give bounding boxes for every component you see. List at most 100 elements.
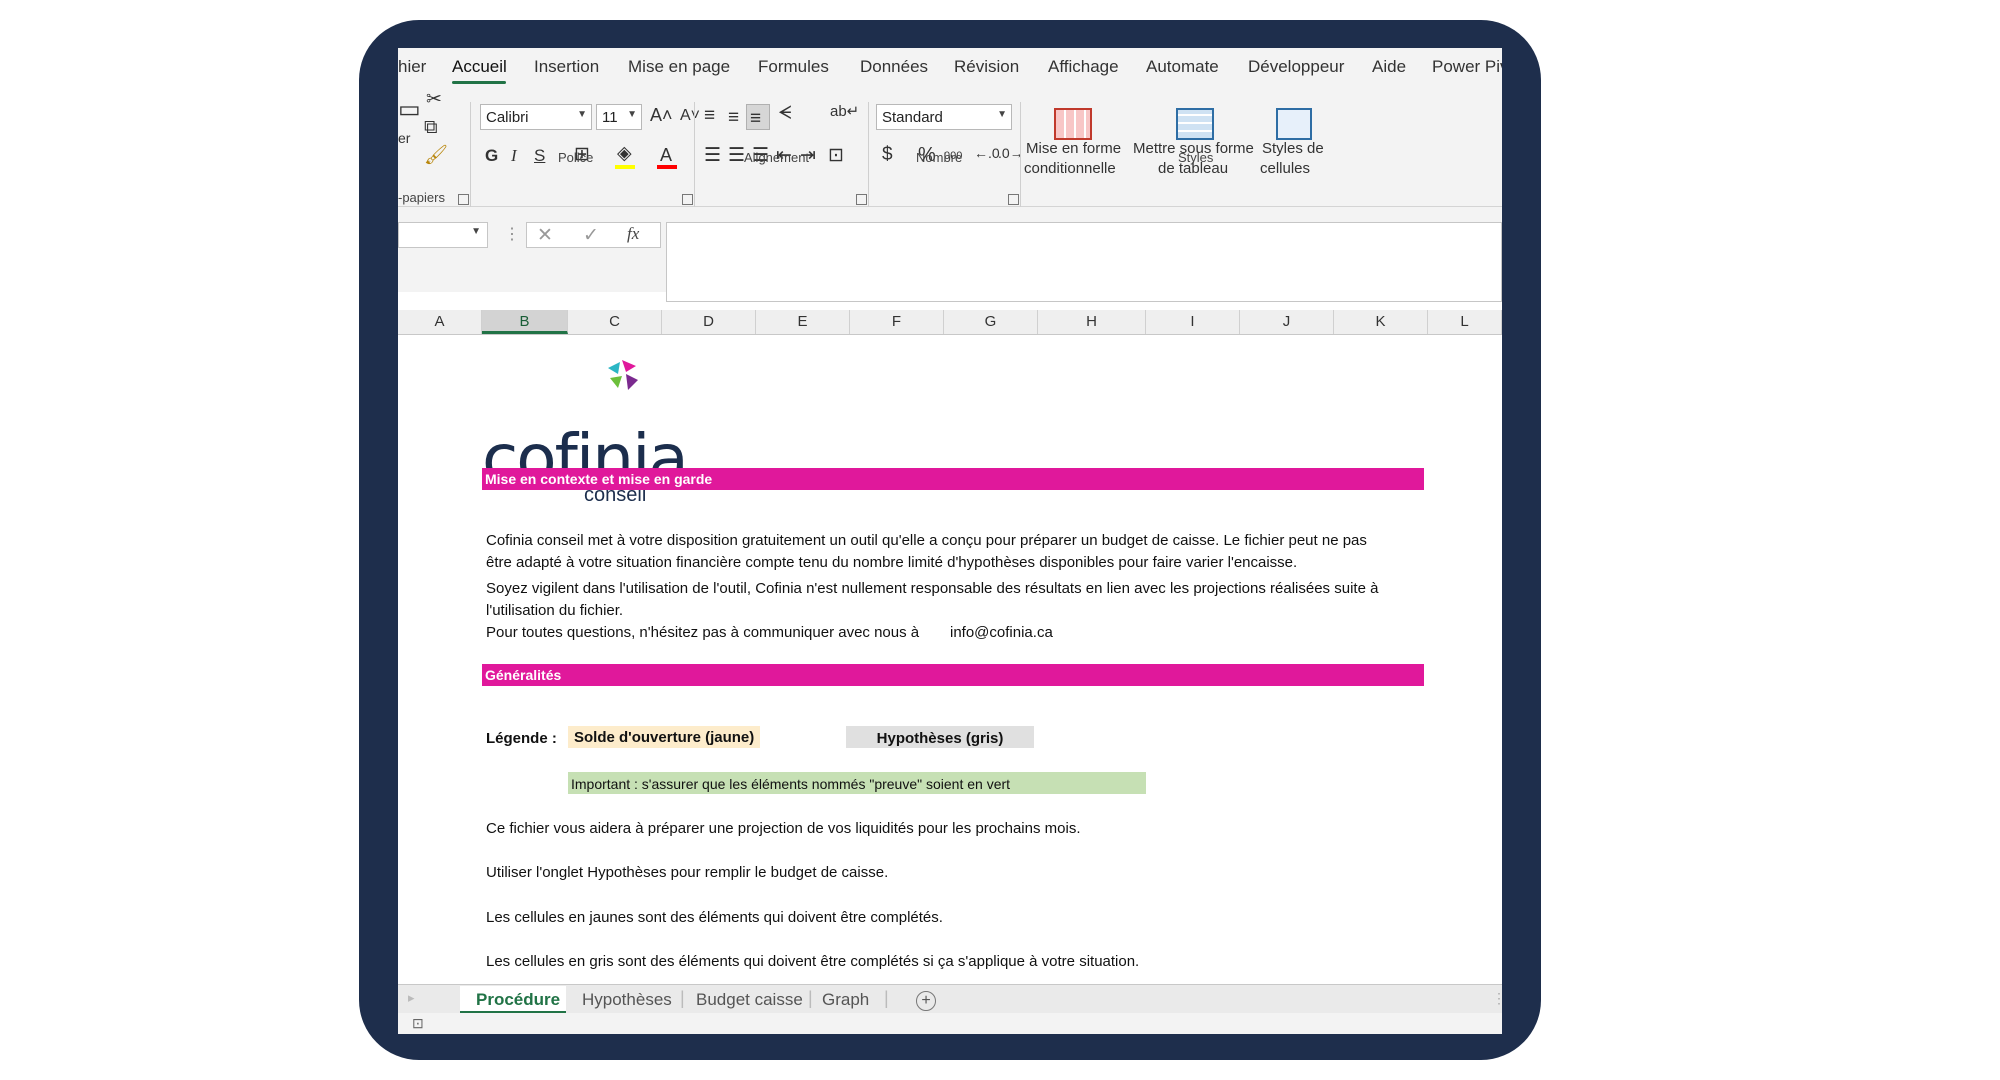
format-painter-icon[interactable]: 🖌	[424, 146, 448, 165]
chevron-down-icon: ▼	[997, 109, 1007, 120]
currency-button[interactable]: $	[882, 144, 893, 166]
insert-function-button[interactable]: fx	[627, 224, 639, 244]
sheet-tab-graph[interactable]: Graph	[822, 990, 869, 1010]
number-launcher-icon[interactable]	[1008, 194, 1019, 205]
font-name-value: Calibri	[486, 109, 529, 126]
align-left-icon[interactable]: ☰	[704, 146, 721, 165]
tab-donnees[interactable]: Données	[860, 57, 928, 77]
tab-formules[interactable]: Formules	[758, 57, 829, 77]
cell-styles-icon[interactable]	[1276, 108, 1312, 140]
number-format-select[interactable]: Standard ▼	[876, 104, 1012, 130]
decrease-font-icon[interactable]: A˅	[680, 108, 700, 124]
macro-record-icon[interactable]: ⊡	[412, 1015, 424, 1032]
tab-splitter-icon[interactable]: ⋮	[1492, 990, 1502, 1007]
align-middle-icon[interactable]: ≡	[728, 108, 739, 127]
formula-input[interactable]	[666, 222, 1502, 302]
context-line-2: être adapté à votre situation financière…	[486, 554, 1298, 571]
cell-styles-label-1[interactable]: Styles de	[1262, 140, 1324, 157]
align-top-icon[interactable]: ≡	[704, 106, 715, 125]
tab-revision[interactable]: Révision	[954, 57, 1019, 77]
separator: |	[884, 988, 889, 1008]
font-color-icon[interactable]: A	[660, 145, 672, 166]
separator	[694, 102, 695, 210]
merge-center-icon[interactable]: ⊡	[828, 146, 844, 165]
scroll-tabs-left-icon[interactable]: ▸	[408, 990, 415, 1006]
column-header-f[interactable]: F	[850, 310, 944, 334]
conditional-formatting-icon[interactable]	[1054, 108, 1092, 140]
sheet-tab-budget-caisse[interactable]: Budget caisse	[696, 990, 803, 1010]
context-line-1: Cofinia conseil met à votre disposition …	[486, 532, 1367, 549]
conditional-formatting-label-1[interactable]: Mise en forme	[1026, 140, 1121, 157]
column-header-c[interactable]: C	[568, 310, 662, 334]
sheet-tab-hypotheses[interactable]: Hypothèses	[582, 990, 672, 1010]
number-format-value: Standard	[882, 109, 943, 126]
ribbon-tab-bar: hier Accueil Insertion Mise en page Form…	[398, 48, 1502, 88]
align-center-icon[interactable]: ☰	[728, 146, 745, 165]
column-header-j[interactable]: J	[1240, 310, 1334, 334]
tab-fichier[interactable]: hier	[398, 57, 426, 77]
column-header-l[interactable]: L	[1428, 310, 1502, 334]
info-line-2: Utiliser l'onglet Hypothèses pour rempli…	[486, 864, 889, 881]
separator: |	[808, 988, 813, 1008]
separator	[1020, 102, 1021, 210]
increase-decimal-icon[interactable]: ←.0	[974, 146, 1000, 160]
column-header-i[interactable]: I	[1146, 310, 1240, 334]
styles-group-label: Styles	[1178, 150, 1214, 165]
column-header-h[interactable]: H	[1038, 310, 1146, 334]
tab-insertion[interactable]: Insertion	[534, 57, 599, 77]
chevron-down-icon: ▼	[577, 109, 587, 120]
italic-button[interactable]: I	[511, 146, 517, 166]
legend-yellow-cell: Solde d'ouverture (jaune)	[568, 726, 760, 748]
tab-accueil[interactable]: Accueil	[452, 57, 507, 77]
alignment-launcher-icon[interactable]	[856, 194, 867, 205]
tab-developpeur[interactable]: Développeur	[1248, 57, 1344, 77]
column-header-d[interactable]: D	[662, 310, 756, 334]
tab-automate[interactable]: Automate	[1146, 57, 1219, 77]
font-launcher-icon[interactable]	[682, 194, 693, 205]
column-header-g[interactable]: G	[944, 310, 1038, 334]
cut-icon[interactable]: ✂	[426, 90, 442, 109]
tab-power-pivot[interactable]: Power Pivo	[1432, 57, 1502, 77]
fill-color-icon[interactable]: ◈	[617, 144, 632, 163]
column-header-a[interactable]: A	[398, 310, 482, 334]
chevron-down-icon: ▼	[627, 109, 637, 120]
sheet-tab-procedure[interactable]: Procédure	[476, 990, 560, 1010]
font-size-value: 11	[602, 109, 618, 126]
separator	[470, 102, 471, 210]
underline-button[interactable]: S	[534, 146, 545, 166]
contact-email[interactable]: info@cofinia.ca	[950, 624, 1053, 641]
fill-color-swatch	[615, 165, 635, 169]
excel-window: hier Accueil Insertion Mise en page Form…	[398, 48, 1502, 1034]
name-box[interactable]: ▼	[398, 222, 488, 248]
bold-button[interactable]: G	[485, 146, 498, 166]
column-header-k[interactable]: K	[1334, 310, 1428, 334]
tab-aide[interactable]: Aide	[1372, 57, 1406, 77]
clipboard-launcher-icon[interactable]	[458, 194, 469, 205]
cofinia-logo-mark-icon	[608, 360, 638, 390]
number-group-label: Nombre	[916, 150, 963, 165]
align-bottom-button[interactable]: ≡	[746, 104, 770, 130]
separator: |	[680, 988, 685, 1008]
tab-affichage[interactable]: Affichage	[1048, 57, 1119, 77]
conditional-formatting-label-2[interactable]: conditionnelle	[1024, 160, 1116, 177]
copy-icon[interactable]: ⧉	[424, 118, 438, 137]
column-header-b[interactable]: B	[482, 310, 568, 334]
more-options-icon[interactable]: ⋮	[504, 224, 520, 244]
info-line-1: Ce fichier vous aidera à préparer une pr…	[486, 820, 1081, 837]
cancel-icon[interactable]: ✕	[537, 224, 553, 247]
wrap-text-icon[interactable]: ab↵	[830, 104, 859, 119]
font-name-select[interactable]: Calibri ▼	[480, 104, 592, 130]
orientation-icon[interactable]: ᗕ	[778, 104, 792, 123]
cell-styles-label-2[interactable]: cellules	[1260, 160, 1310, 177]
paste-icon[interactable]: ▭	[398, 98, 421, 122]
increase-font-icon[interactable]: A˄	[650, 106, 673, 124]
add-sheet-icon[interactable]: +	[916, 991, 936, 1011]
confirm-icon[interactable]: ✓	[583, 224, 599, 247]
tab-mise-en-page[interactable]: Mise en page	[628, 57, 730, 77]
font-group-label: Police	[558, 150, 594, 165]
font-size-select[interactable]: 11 ▼	[596, 104, 642, 130]
legend-grey-cell: Hypothèses (gris)	[846, 726, 1034, 748]
column-header-e[interactable]: E	[756, 310, 850, 334]
format-as-table-icon[interactable]	[1176, 108, 1214, 140]
chevron-down-icon: ▼	[471, 226, 481, 237]
